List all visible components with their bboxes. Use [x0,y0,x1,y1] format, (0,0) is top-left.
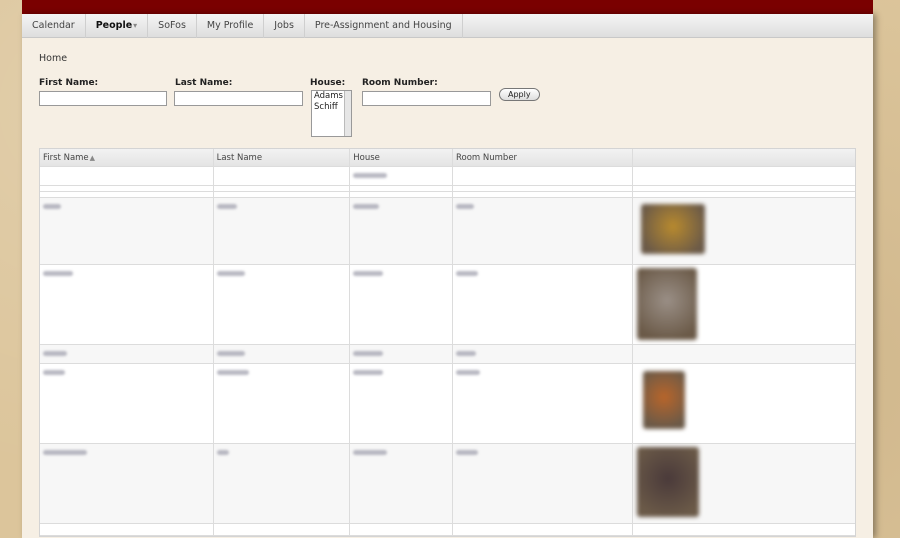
blurred-text [216,351,245,356]
page-panel: Calendar People▾ SoFos My Profile Jobs P… [22,14,873,538]
blurred-text [43,204,61,209]
people-table: First Name▲ Last Name House Room Number [39,148,856,537]
avatar[interactable] [642,371,685,429]
blurred-text [456,351,476,356]
last-name-input[interactable] [174,91,303,106]
header-house[interactable]: House [350,149,453,166]
breadcrumb-home[interactable]: Home [39,53,67,64]
table-row[interactable] [40,345,855,364]
room-number-input[interactable] [362,91,491,106]
table-row[interactable] [40,198,855,265]
nav-calendar[interactable]: Calendar [22,14,86,38]
blurred-text [353,370,384,375]
first-name-input[interactable] [39,91,167,106]
nav-my-profile[interactable]: My Profile [197,14,265,38]
table-row[interactable] [40,167,855,186]
room-number-label: Room Number: [362,78,438,88]
blurred-text [456,370,480,375]
avatar[interactable] [640,204,705,254]
house-select-scrollbar[interactable] [344,91,351,136]
blurred-text [353,450,388,455]
blurred-text [43,450,87,455]
nav-jobs-label: Jobs [274,20,294,31]
nav-sofos-label: SoFos [158,20,186,31]
header-room-number[interactable]: Room Number [453,149,633,166]
blurred-text [353,271,384,276]
chevron-down-icon[interactable]: ▾ [133,21,137,30]
nav-pre-assignment-housing[interactable]: Pre-Assignment and Housing [305,14,463,38]
header-first-name[interactable]: First Name▲ [40,149,214,166]
blurred-text [456,271,478,276]
main-nav: Calendar People▾ SoFos My Profile Jobs P… [22,14,873,38]
blurred-text [216,450,229,455]
apply-button[interactable]: Apply [499,88,540,101]
avatar[interactable] [636,268,697,340]
nav-sofos[interactable]: SoFos [148,14,197,38]
blurred-text [216,271,245,276]
avatar[interactable] [636,447,699,517]
house-label: House: [310,78,346,88]
table-row[interactable] [40,265,855,345]
nav-people[interactable]: People▾ [86,14,149,38]
table-row[interactable] [40,444,855,524]
table-row[interactable] [40,524,855,536]
nav-people-label: People [95,20,133,31]
header-last-name[interactable]: Last Name [214,149,351,166]
blurred-text [456,204,474,209]
table-header-row: First Name▲ Last Name House Room Number [40,149,855,167]
blurred-text [216,204,237,209]
blurred-text [216,370,249,375]
house-select[interactable]: Adams Schiff [311,90,352,137]
sort-ascending-icon: ▲ [89,154,96,162]
blurred-text [353,351,384,356]
nav-pre-assignment-label: Pre-Assignment and Housing [314,20,452,31]
blurred-text [353,173,388,178]
blurred-text [43,271,73,276]
table-row[interactable] [40,364,855,444]
header-first-name-label: First Name [43,153,89,163]
last-name-label: Last Name: [175,78,233,88]
blurred-text [43,351,67,356]
nav-calendar-label: Calendar [32,20,75,31]
blurred-text [43,370,65,375]
blurred-text [456,450,478,455]
nav-my-profile-label: My Profile [206,20,254,31]
header-photo [633,149,855,166]
blurred-text [353,204,380,209]
first-name-label: First Name: [39,78,99,88]
nav-jobs[interactable]: Jobs [264,14,305,38]
top-brand-bar [22,0,873,14]
